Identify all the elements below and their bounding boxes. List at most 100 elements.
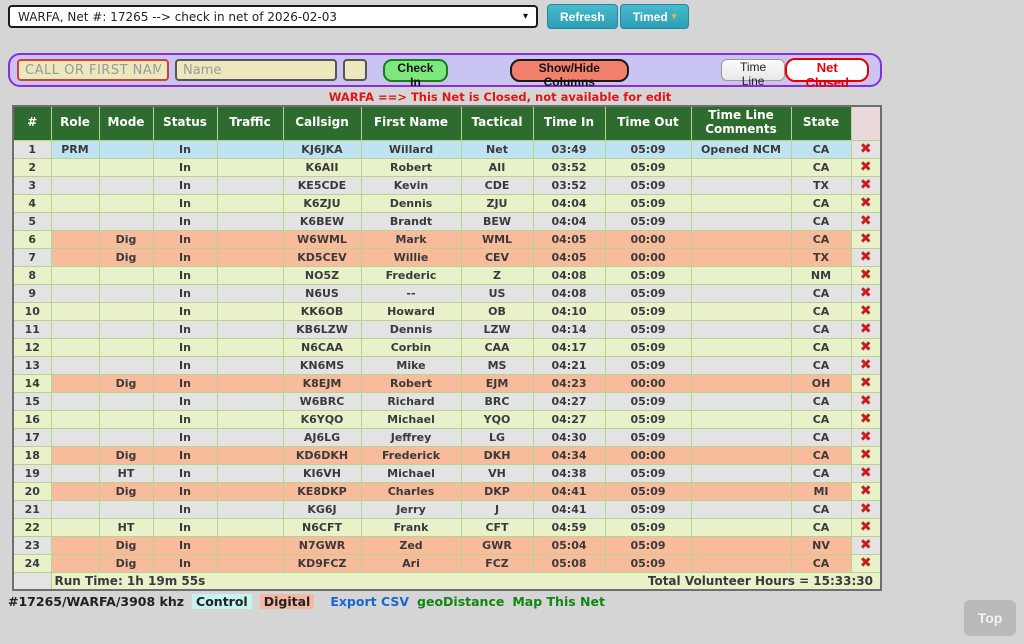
delete-icon[interactable]: ✖ (860, 213, 872, 229)
small-input[interactable] (343, 59, 367, 81)
cell-tin: 04:10 (532, 301, 606, 321)
refresh-button[interactable]: Refresh (547, 4, 618, 29)
chevron-down-icon: ▾ (671, 11, 677, 21)
cell-traffic (216, 427, 284, 447)
table-row: 9 In N6US -- US 04:08 05:09 CA ✖ (12, 283, 882, 303)
cell-st: CA (790, 445, 852, 465)
delete-icon[interactable]: ✖ (860, 519, 872, 535)
delete-icon[interactable]: ✖ (860, 411, 872, 427)
cell-cmt (690, 427, 792, 447)
table-row: 22 HT In N6CFT Frank CFT 04:59 05:09 CA ✖ (12, 517, 882, 537)
cell-call: K6YQO (282, 409, 362, 429)
cell-n: 7 (12, 247, 52, 267)
delete-icon[interactable]: ✖ (860, 177, 872, 193)
cell-first: Jerry (360, 499, 462, 519)
digital-legend-chip: Digital (259, 594, 315, 609)
delete-icon[interactable]: ✖ (860, 159, 872, 175)
cell-tac: GWR (460, 535, 534, 555)
delete-icon[interactable]: ✖ (860, 483, 872, 499)
delete-icon[interactable]: ✖ (860, 267, 872, 283)
net-info-label: #17265/WARFA/3908 khz (8, 594, 185, 609)
delete-icon[interactable]: ✖ (860, 357, 872, 373)
map-this-net-link[interactable]: Map This Net (512, 594, 605, 609)
cell-mode: HT (98, 463, 154, 483)
delete-icon[interactable]: ✖ (860, 375, 872, 391)
delete-icon[interactable]: ✖ (860, 501, 872, 517)
net-selector-value: WARFA, Net #: 17265 --> check in net of … (18, 9, 338, 24)
delete-icon[interactable]: ✖ (860, 231, 872, 247)
cell-role (50, 499, 100, 519)
cell-traffic (216, 211, 284, 231)
cell-first: Mike (360, 355, 462, 375)
cell-tout: 05:09 (604, 499, 692, 519)
cell-st: MI (790, 481, 852, 501)
cell-n: 2 (12, 157, 52, 177)
table-row: 17 In AJ6LG Jeffrey LG 04:30 05:09 CA ✖ (12, 427, 882, 447)
cell-n: 14 (12, 373, 52, 393)
chevron-down-icon: ▾ (522, 11, 528, 22)
table-row: 4 In K6ZJU Dennis ZJU 04:04 05:09 CA ✖ (12, 193, 882, 213)
cell-first: Willard (360, 139, 462, 159)
cell-mode (98, 193, 154, 213)
column-header: Time Line Comments (690, 105, 792, 141)
cell-n: 24 (12, 553, 52, 573)
cell-mode: HT (98, 517, 154, 537)
delete-icon[interactable]: ✖ (860, 537, 872, 553)
delete-icon[interactable]: ✖ (860, 447, 872, 463)
export-csv-link[interactable]: Export CSV (330, 594, 409, 609)
cell-st: CA (790, 229, 852, 249)
cell-st: CA (790, 157, 852, 177)
cell-status: In (152, 157, 218, 177)
table-row: 6 Dig In W6WML Mark WML 04:05 00:00 CA ✖ (12, 229, 882, 249)
timed-label: Timed (632, 9, 668, 24)
cell-role (50, 355, 100, 375)
cell-status: In (152, 391, 218, 411)
cell-traffic (216, 481, 284, 501)
show-hide-columns-button[interactable]: Show/Hide Columns (509, 58, 629, 89)
delete-cell: ✖ (850, 157, 882, 177)
cell-n: 10 (12, 301, 52, 321)
delete-cell: ✖ (850, 283, 882, 303)
delete-icon[interactable]: ✖ (860, 285, 872, 301)
cell-tin: 04:27 (532, 391, 606, 411)
delete-icon[interactable]: ✖ (860, 195, 872, 211)
cell-tout: 05:09 (604, 319, 692, 339)
net-closed-button[interactable]: Net Closed (785, 58, 869, 90)
cell-st: CA (790, 553, 852, 573)
net-selector[interactable]: WARFA, Net #: 17265 --> check in net of … (8, 5, 538, 28)
cell-call: KE8DKP (282, 481, 362, 501)
cell-mode (98, 427, 154, 447)
delete-icon[interactable]: ✖ (860, 429, 872, 445)
delete-icon[interactable]: ✖ (860, 249, 872, 265)
delete-icon[interactable]: ✖ (860, 321, 872, 337)
cell-mode: Dig (98, 445, 154, 465)
time-line-button[interactable]: Time Line (720, 59, 786, 88)
delete-icon[interactable]: ✖ (860, 141, 872, 157)
cell-traffic (216, 319, 284, 339)
call-or-name-input[interactable] (17, 59, 169, 81)
scroll-to-top-button[interactable]: Top (964, 600, 1016, 636)
check-in-button[interactable]: Check In (383, 58, 448, 89)
cell-traffic (216, 157, 284, 177)
geodistance-link[interactable]: geoDistance (417, 594, 504, 609)
cell-tin: 04:41 (532, 481, 606, 501)
cell-tin: 05:04 (532, 535, 606, 555)
timed-dropdown-button[interactable]: Timed ▾ (619, 4, 690, 29)
column-header: Status (152, 105, 218, 141)
cell-status: In (152, 265, 218, 285)
cell-status: In (152, 427, 218, 447)
cell-st: CA (790, 193, 852, 213)
delete-icon[interactable]: ✖ (860, 303, 872, 319)
footer-summary-cell: Run Time: 1h 19m 55s Total Volunteer Hou… (50, 571, 882, 591)
cell-status: In (152, 499, 218, 519)
cell-tin: 03:49 (532, 139, 606, 159)
name-input[interactable] (175, 59, 337, 81)
delete-icon[interactable]: ✖ (860, 393, 872, 409)
delete-icon[interactable]: ✖ (860, 339, 872, 355)
cell-status: In (152, 211, 218, 231)
delete-icon[interactable]: ✖ (860, 555, 872, 571)
delete-icon[interactable]: ✖ (860, 465, 872, 481)
cell-mode: Dig (98, 535, 154, 555)
cell-cmt (690, 265, 792, 285)
cell-st: CA (790, 301, 852, 321)
